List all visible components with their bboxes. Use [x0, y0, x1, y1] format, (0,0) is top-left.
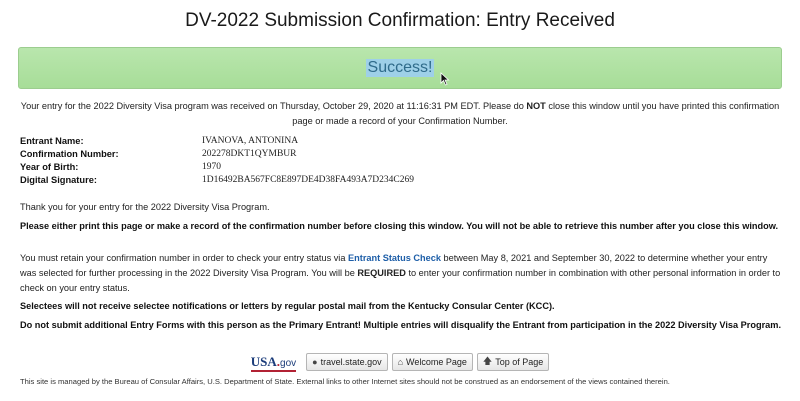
footer-bar: USA.gov ● travel.state.gov ⌂ Welcome Pag…	[0, 350, 800, 374]
entrant-status-check-link[interactable]: Entrant Status Check	[348, 253, 441, 263]
footer-disclaimer: This site is managed by the Bureau of Co…	[20, 377, 670, 386]
welcome-page-button[interactable]: ⌂ Welcome Page	[391, 353, 473, 371]
entrant-name-row: Entrant Name: IVANOVA, ANTONINA	[20, 135, 414, 148]
top-of-page-button[interactable]: 🡅 Top of Page	[476, 353, 550, 371]
success-label: Success!	[365, 59, 435, 77]
page-title: DV-2022 Submission Confirmation: Entry R…	[185, 10, 615, 31]
print-notice: Please either print this page or make a …	[20, 221, 779, 231]
year-of-birth-row: Year of Birth: 1970	[20, 161, 414, 174]
confirmation-number-row: Confirmation Number: 202278DKT1QYMBUR	[20, 148, 414, 161]
selectees-notice: Selectees will not receive selectee noti…	[20, 301, 555, 311]
home-icon: ⌂	[397, 357, 404, 367]
year-of-birth-label: Year of Birth:	[20, 162, 79, 172]
confirmation-number-label: Confirmation Number:	[20, 149, 119, 159]
retain-notice: You must retain your confirmation number…	[20, 253, 781, 293]
up-arrow-icon: 🡅	[482, 356, 493, 366]
success-banner: Success!	[18, 47, 782, 89]
travel-state-gov-button[interactable]: ● travel.state.gov	[306, 353, 388, 371]
entrant-name-label: Entrant Name:	[20, 136, 84, 146]
year-of-birth-value: 1970	[202, 162, 221, 172]
thank-you-text: Thank you for your entry for the 2022 Di…	[20, 202, 270, 212]
globe-icon: ●	[312, 357, 318, 367]
digital-signature-value: 1D16492BA567FC8E897DE4D38FA493A7D234C269	[202, 175, 415, 185]
digital-signature-row: Digital Signature: 1D16492BA567FC8E897DE…	[20, 174, 414, 187]
entrant-name-value: IVANOVA, ANTONINA	[202, 136, 299, 146]
usa-gov-logo[interactable]: USA.gov	[250, 354, 297, 372]
entrant-info-table: Entrant Name: IVANOVA, ANTONINA Confirma…	[20, 135, 414, 187]
confirmation-number-value: 202278DKT1QYMBUR	[202, 149, 297, 159]
intro-text: Your entry for the 2022 Diversity Visa p…	[20, 101, 780, 126]
multiple-entries-notice: Do not submit additional Entry Forms wit…	[20, 320, 782, 330]
digital-signature-label: Digital Signature:	[20, 175, 97, 185]
mouse-cursor-icon	[440, 72, 450, 86]
